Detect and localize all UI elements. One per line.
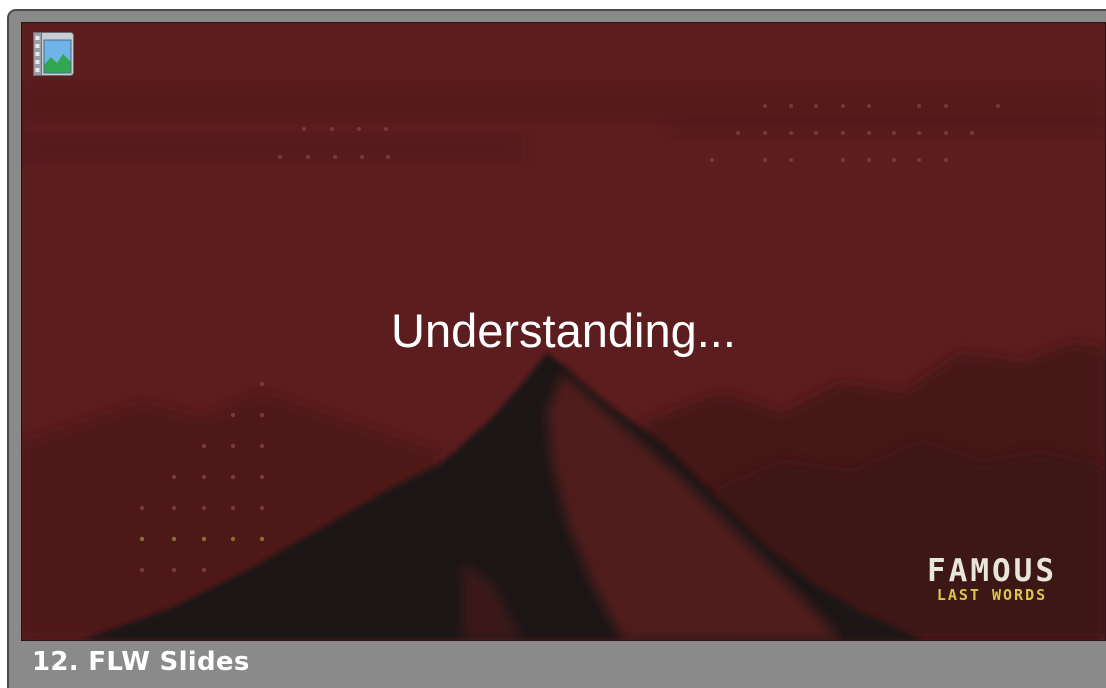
slide-preview: Understanding... FAMOUS LAST WORDS	[21, 22, 1106, 641]
slide-title-text: Understanding...	[391, 304, 736, 357]
logo-line-1: FAMOUS	[927, 553, 1057, 589]
slide-caption: 12. FLW Slides	[32, 647, 250, 677]
media-image-icon	[33, 32, 74, 76]
logo-line-2: LAST WORDS	[936, 586, 1048, 604]
famous-last-words-logo: FAMOUS LAST WORDS	[918, 556, 1066, 603]
slide-thumbnail[interactable]: Understanding... FAMOUS LAST WORDS 12. F…	[7, 9, 1106, 688]
